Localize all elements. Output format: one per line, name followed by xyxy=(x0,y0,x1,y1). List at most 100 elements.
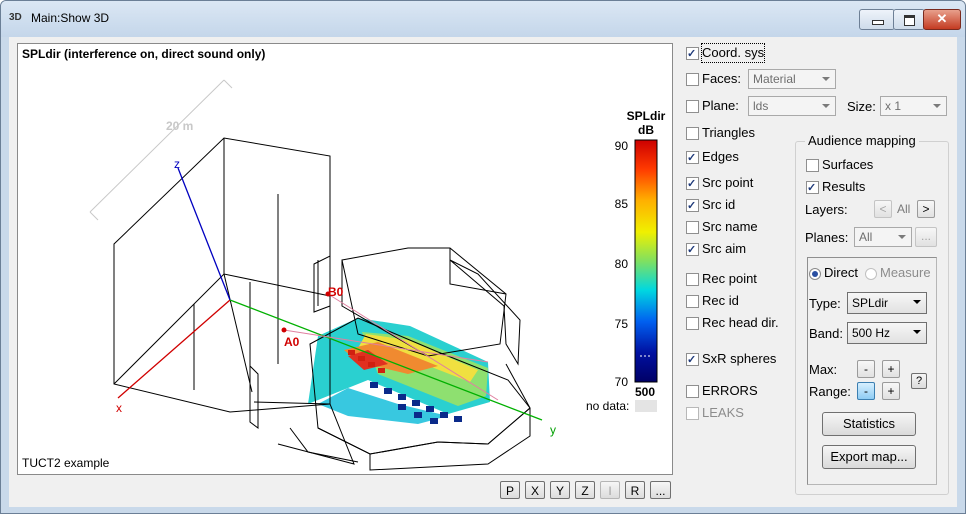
source-a0-point xyxy=(281,327,287,333)
checkbox-box xyxy=(686,45,699,63)
chevron-down-icon xyxy=(898,235,906,239)
checkbox-box xyxy=(686,351,699,369)
maximize-button[interactable] xyxy=(893,9,925,30)
checkbox-box xyxy=(686,273,699,286)
title-bar[interactable]: 3D Main:Show 3D ✕ xyxy=(1,1,965,37)
checkbox-label: LEAKS xyxy=(702,405,744,420)
room-wireframe xyxy=(113,137,531,471)
max-plus-button[interactable]: + xyxy=(882,360,900,378)
legend-colorbar xyxy=(634,139,658,383)
legend-tick: 80 xyxy=(615,257,629,271)
checkbox-box xyxy=(686,241,699,259)
planes-combo[interactable]: All xyxy=(854,227,912,247)
layers-prev-button[interactable]: < xyxy=(874,200,892,218)
max-minus-button[interactable]: - xyxy=(857,360,875,378)
checkbox-label: Src point xyxy=(702,175,754,190)
max-label: Max: xyxy=(809,362,838,377)
checkbox-box xyxy=(686,407,699,420)
layers-value: All xyxy=(897,202,911,216)
view-r-button[interactable]: R xyxy=(625,481,645,499)
legend-tick: 70 xyxy=(615,375,629,389)
viewport-footer: TUCT2 example xyxy=(22,456,110,470)
checkbox-box xyxy=(686,73,699,86)
checkbox-box xyxy=(686,149,699,167)
checkbox-box xyxy=(686,317,699,330)
band-label: Band: xyxy=(809,326,843,341)
client-area: 20 m x y z A0 B0 SPLdir dB 90 85 80 75 7… xyxy=(9,37,957,507)
combo-value: 500 Hz xyxy=(852,326,891,340)
checkbox-box xyxy=(686,197,699,215)
nodata-swatch xyxy=(635,400,657,412)
checkbox-label: Faces: xyxy=(702,71,742,86)
legend-tick: 85 xyxy=(615,197,629,211)
checkbox-label: Rec point xyxy=(702,271,757,286)
legend-band: 500 xyxy=(635,385,655,399)
scale-label: 20 m xyxy=(166,119,193,133)
source-a0-label: A0 xyxy=(284,335,300,349)
band-combo[interactable]: 500 Hz xyxy=(847,322,927,344)
z-axis-label: z xyxy=(174,157,180,171)
close-button[interactable]: ✕ xyxy=(923,9,961,30)
planes-more-button[interactable]: ... xyxy=(915,227,937,247)
minimize-button[interactable] xyxy=(859,9,895,30)
maximize-icon xyxy=(904,15,915,26)
range-plus-button[interactable]: + xyxy=(882,382,900,400)
checkbox-label: ERRORS xyxy=(702,383,758,398)
chevron-down-icon xyxy=(913,300,921,304)
type-label: Type: xyxy=(809,296,841,311)
export-map-button[interactable]: Export map... xyxy=(822,445,916,469)
checkbox-box xyxy=(686,127,699,140)
checkbox-label: SxR spheres xyxy=(702,351,777,366)
3d-viewport[interactable]: 20 m x y z A0 B0 SPLdir dB 90 85 80 75 7… xyxy=(17,43,673,475)
checkbox-label: Plane: xyxy=(702,98,739,113)
legend-unit: dB xyxy=(638,123,654,137)
radio-label: Direct xyxy=(824,265,858,280)
3d-scene: 20 m x y z A0 B0 SPLdir dB 90 85 80 75 7… xyxy=(89,79,666,471)
view-more-button[interactable]: ... xyxy=(650,481,671,499)
legend-tick: 75 xyxy=(615,317,629,331)
view-z-button[interactable]: Z xyxy=(575,481,595,499)
nodata-label: no data: xyxy=(586,399,629,413)
type-combo[interactable]: SPLdir xyxy=(847,292,927,314)
checkbox-label: Rec id xyxy=(702,293,739,308)
checkbox-box xyxy=(686,385,699,398)
z-axis xyxy=(177,167,231,301)
combo-value: x 1 xyxy=(885,99,902,113)
checkbox-label: Results xyxy=(822,179,866,194)
checkbox-label: Surfaces xyxy=(822,157,874,172)
help-button[interactable]: ? xyxy=(911,373,927,389)
audience-heatmap xyxy=(308,318,490,424)
faces-combo[interactable]: Material xyxy=(748,69,836,89)
range-label: Range: xyxy=(809,384,851,399)
chevron-down-icon xyxy=(822,77,830,81)
radio-dot xyxy=(865,268,877,280)
range-minus-button[interactable]: - xyxy=(857,382,875,400)
view-perspective-button[interactable]: P xyxy=(500,481,520,499)
y-axis-label: y xyxy=(550,423,556,437)
audience-mapping-title: Audience mapping xyxy=(805,133,919,148)
combo-value: All xyxy=(859,230,873,244)
viewport-title: SPLdir (interference on, direct sound on… xyxy=(22,47,266,61)
radio-dot xyxy=(809,268,821,280)
plane-combo[interactable]: lds xyxy=(748,96,836,116)
statistics-button[interactable]: Statistics xyxy=(822,412,916,436)
source-b0-label: B0 xyxy=(328,285,344,299)
checkbox-label: Rec head dir. xyxy=(702,315,779,330)
checkbox-box xyxy=(686,221,699,234)
size-label: Size: xyxy=(847,99,876,114)
layers-next-button[interactable]: > xyxy=(917,200,935,218)
combo-value: lds xyxy=(753,99,769,113)
size-combo[interactable]: x 1 xyxy=(880,96,947,116)
radio-label: Measure xyxy=(880,265,931,280)
legend-title: SPLdir xyxy=(627,109,666,123)
checkbox-label: Edges xyxy=(702,149,739,164)
checkbox-label: Coord. sys xyxy=(700,43,766,63)
main-window: 3D Main:Show 3D ✕ 20 m x y z A0 B0 SPLdi… xyxy=(0,0,966,514)
view-i-button[interactable]: I xyxy=(600,481,620,499)
view-y-button[interactable]: Y xyxy=(550,481,570,499)
x-axis xyxy=(117,299,231,399)
chevron-down-icon xyxy=(822,104,830,108)
checkbox-label: Triangles xyxy=(702,125,755,140)
view-x-button[interactable]: X xyxy=(525,481,545,499)
checkbox-box xyxy=(806,159,819,172)
